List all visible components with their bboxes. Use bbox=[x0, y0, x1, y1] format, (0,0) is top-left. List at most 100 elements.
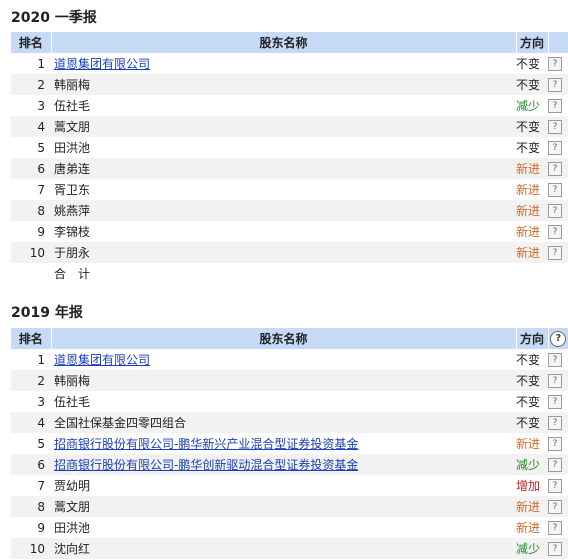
table-row: 3 伍社毛 不变 ? bbox=[11, 391, 568, 412]
rank-cell: 5 bbox=[37, 140, 45, 155]
direction-cell: 新进 bbox=[516, 437, 541, 451]
rank-cell: 4 bbox=[11, 412, 51, 433]
name-cell: 唐弟连 bbox=[51, 158, 516, 179]
name-cell: 招商银行股份有限公司-鹏华创新驱动混合型证券投资基金 bbox=[51, 454, 516, 475]
shareholder-link[interactable]: 道恩集团有限公司 bbox=[54, 57, 150, 71]
table-row: 1 道恩集团有限公司 不变 ? bbox=[11, 349, 568, 370]
rank-cell: 6 bbox=[11, 158, 51, 179]
name-cell: 姚燕萍 bbox=[51, 200, 516, 221]
direction-cell: 新进 bbox=[516, 183, 541, 197]
help-icon[interactable]: ? bbox=[548, 478, 562, 493]
name-cell: 贾幼明 bbox=[54, 479, 91, 493]
rank-cell: 2 bbox=[11, 370, 51, 391]
help-icon[interactable]: ? bbox=[548, 140, 562, 155]
help-icon[interactable]: ? bbox=[548, 352, 562, 367]
help-icon[interactable]: ? bbox=[548, 119, 562, 134]
name-cell: 全国社保基金四零四组合 bbox=[51, 412, 516, 433]
help-icon[interactable]: ? bbox=[548, 56, 562, 71]
shareholder-link[interactable]: 招商银行股份有限公司-鹏华新兴产业混合型证券投资基金 bbox=[54, 437, 358, 451]
rank-cell: 5 bbox=[37, 436, 45, 451]
rank-cell: 8 bbox=[11, 200, 51, 221]
table-row: 7 胥卫东 新进 ? bbox=[11, 179, 568, 200]
table-row: 9 李锦枝 新进 ? bbox=[11, 221, 568, 242]
shareholder-table: 排名 股东名称 方向 1 道恩集团有限公司 不变 ? 2 韩丽梅 不变 ? 3 … bbox=[11, 32, 568, 284]
table-row: 2 韩丽梅 不变 ? bbox=[11, 74, 568, 95]
header-help bbox=[548, 32, 568, 53]
rank-cell: 9 bbox=[37, 520, 45, 535]
total-row: 合计 bbox=[11, 263, 568, 284]
direction-cell: 新进 bbox=[516, 225, 541, 239]
help-icon[interactable]: ? bbox=[548, 520, 562, 535]
total-label: 合计 bbox=[54, 267, 103, 281]
name-cell: 田洪池 bbox=[54, 141, 91, 155]
direction-cell: 不变 bbox=[516, 116, 548, 137]
help-icon[interactable]: ? bbox=[548, 373, 562, 388]
table-row: 8 姚燕萍 新进 ? bbox=[11, 200, 568, 221]
table-header-row: 排名 股东名称 方向 bbox=[11, 32, 568, 53]
table-header-row: 排名 股东名称 方向 ? bbox=[11, 328, 568, 349]
name-cell: 韩丽梅 bbox=[51, 370, 516, 391]
rank-cell: 10 bbox=[11, 242, 51, 263]
rank-cell: 10 bbox=[11, 538, 51, 559]
name-cell: 田洪池 bbox=[54, 521, 91, 535]
direction-cell: 新进 bbox=[516, 200, 548, 221]
table-row: 9 田洪池 新进 ? bbox=[11, 517, 568, 538]
name-cell: 伍社毛 bbox=[54, 99, 91, 113]
direction-cell: 减少 bbox=[516, 454, 548, 475]
direction-cell: 减少 bbox=[516, 99, 541, 113]
help-icon[interactable]: ? bbox=[548, 182, 562, 197]
rank-cell: 7 bbox=[37, 478, 45, 493]
name-cell: 李锦枝 bbox=[54, 225, 91, 239]
rank-cell: 6 bbox=[11, 454, 51, 475]
name-cell: 道恩集团有限公司 bbox=[51, 349, 516, 370]
help-icon[interactable]: ? bbox=[548, 499, 562, 514]
table-row: 10 沈向红 减少 ? bbox=[11, 538, 568, 559]
direction-cell: 新进 bbox=[516, 242, 548, 263]
help-icon[interactable]: ? bbox=[548, 457, 562, 472]
table-row: 3 伍社毛 减少 ? bbox=[11, 95, 568, 116]
header-rank: 排名 bbox=[11, 32, 52, 53]
direction-cell: 不变 bbox=[516, 353, 541, 367]
table-row: 7 贾幼明 增加 ? bbox=[11, 475, 568, 496]
name-cell: 蒿文朋 bbox=[51, 496, 516, 517]
name-cell: 招商银行股份有限公司-鹏华新兴产业混合型证券投资基金 bbox=[51, 433, 516, 454]
help-icon[interactable]: ? bbox=[548, 436, 562, 451]
name-cell: 伍社毛 bbox=[54, 395, 91, 409]
table-row: 1 道恩集团有限公司 不变 ? bbox=[11, 53, 568, 74]
header-direction: 方向 bbox=[516, 32, 549, 53]
name-cell: 蒿文朋 bbox=[51, 116, 516, 137]
rank-cell: 7 bbox=[37, 182, 45, 197]
help-icon[interactable]: ? bbox=[548, 415, 562, 430]
section-title: 2020 一季报 bbox=[11, 10, 97, 26]
name-cell: 胥卫东 bbox=[54, 183, 91, 197]
help-icon[interactable]: ? bbox=[548, 98, 562, 113]
rank-cell: 9 bbox=[37, 224, 45, 239]
help-circle-icon[interactable]: ? bbox=[550, 330, 567, 347]
help-icon[interactable]: ? bbox=[548, 161, 562, 176]
help-icon[interactable]: ? bbox=[548, 541, 562, 556]
table-row: 4 全国社保基金四零四组合 不变 ? bbox=[11, 412, 568, 433]
rank-cell: 1 bbox=[37, 352, 45, 367]
header-rank: 排名 bbox=[11, 328, 52, 349]
direction-cell: 不变 bbox=[516, 57, 541, 71]
direction-cell: 减少 bbox=[516, 538, 548, 559]
help-icon[interactable]: ? bbox=[548, 77, 562, 92]
table-row: 8 蒿文朋 新进 ? bbox=[11, 496, 568, 517]
help-icon[interactable]: ? bbox=[548, 245, 562, 260]
table-row: 6 唐弟连 新进 ? bbox=[11, 158, 568, 179]
section-title: 2019 年报 bbox=[11, 305, 83, 321]
help-icon[interactable]: ? bbox=[548, 394, 562, 409]
name-cell: 道恩集团有限公司 bbox=[51, 53, 516, 74]
help-icon[interactable]: ? bbox=[548, 203, 562, 218]
table-row: 5 田洪池 不变 ? bbox=[11, 137, 568, 158]
rank-cell: 1 bbox=[37, 56, 45, 71]
name-cell: 沈向红 bbox=[51, 538, 516, 559]
section-2019-annual: 2019 年报 排名 股东名称 方向 ? 1 道恩集团有限公司 不变 ? 2 韩… bbox=[0, 298, 568, 559]
section-2020-q1: 2020 一季报 排名 股东名称 方向 1 道恩集团有限公司 不变 ? 2 韩丽… bbox=[0, 0, 568, 284]
header-name: 股东名称 bbox=[51, 32, 517, 53]
help-icon[interactable]: ? bbox=[548, 224, 562, 239]
rank-cell: 2 bbox=[11, 74, 51, 95]
shareholder-link[interactable]: 招商银行股份有限公司-鹏华创新驱动混合型证券投资基金 bbox=[54, 458, 358, 472]
shareholder-link[interactable]: 道恩集团有限公司 bbox=[54, 353, 150, 367]
shareholder-table: 排名 股东名称 方向 ? 1 道恩集团有限公司 不变 ? 2 韩丽梅 不变 ? … bbox=[11, 328, 568, 559]
